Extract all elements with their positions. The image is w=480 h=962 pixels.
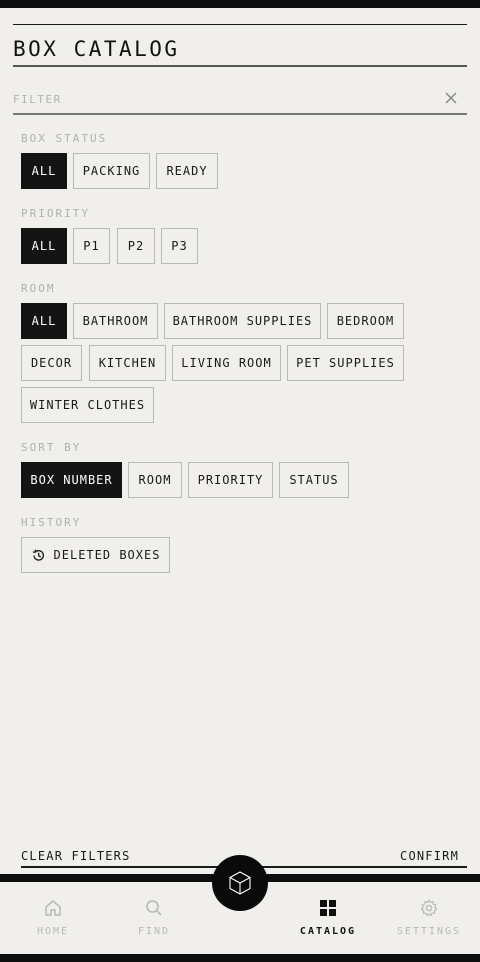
section-label-sort-by: SORT BY [21, 441, 82, 454]
confirm-button[interactable]: CONFIRM [400, 849, 459, 863]
section-label-room: ROOM [21, 282, 56, 295]
deleted-boxes-label: DELETED BOXES [53, 548, 161, 562]
clear-filters-button[interactable]: CLEAR FILTERS [21, 849, 131, 863]
nav-label-settings: SETTINGS [396, 926, 462, 937]
gear-icon [420, 899, 438, 917]
section-label-box-status: BOX STATUS [21, 132, 108, 145]
close-icon[interactable] [443, 90, 459, 106]
chip-priority-p1[interactable]: P1 [73, 228, 110, 264]
home-icon [45, 900, 61, 916]
chip-room-winter-clothes[interactable]: WINTER CLOTHES [21, 387, 154, 423]
chip-status-all[interactable]: ALL [21, 153, 67, 189]
nav-label-home: HOME [36, 926, 70, 937]
chip-room-all[interactable]: ALL [21, 303, 67, 339]
history-icon [32, 549, 44, 561]
chip-room-bathroom-supplies[interactable]: BATHROOM SUPPLIES [164, 303, 321, 339]
filter-input[interactable] [13, 86, 433, 112]
page-title: BOX CATALOG [13, 37, 180, 61]
catalog-grid-icon [320, 900, 336, 916]
chip-status-packing[interactable]: PACKING [73, 153, 150, 189]
chip-sort-priority[interactable]: PRIORITY [188, 462, 273, 498]
deleted-boxes-button[interactable]: DELETED BOXES [21, 537, 170, 573]
chip-room-bathroom[interactable]: BATHROOM [73, 303, 158, 339]
filter-bar [13, 86, 467, 115]
chip-sort-status[interactable]: STATUS [279, 462, 349, 498]
box-cube-icon [229, 871, 251, 895]
search-icon [146, 900, 162, 916]
top-status-bar [0, 0, 480, 8]
chip-room-kitchen[interactable]: KITCHEN [89, 345, 166, 381]
section-label-history: HISTORY [21, 516, 82, 529]
chip-priority-p2[interactable]: P2 [117, 228, 155, 264]
nav-item-home[interactable]: HOME [3, 898, 103, 938]
page-header: BOX CATALOG [13, 24, 467, 67]
chip-priority-p3[interactable]: P3 [161, 228, 198, 264]
nav-item-settings[interactable]: SETTINGS [379, 898, 479, 938]
chip-room-decor[interactable]: DECOR [21, 345, 82, 381]
section-label-priority: PRIORITY [21, 207, 90, 220]
chip-room-bedroom[interactable]: BEDROOM [327, 303, 404, 339]
nav-label-catalog: CATALOG [299, 926, 357, 937]
nav-item-find[interactable]: FIND [104, 898, 204, 938]
nav-label-find: FIND [137, 926, 171, 937]
chip-room-pet-supplies[interactable]: PET SUPPLIES [287, 345, 404, 381]
bottom-system-bar [0, 954, 480, 962]
chip-priority-all[interactable]: ALL [21, 228, 67, 264]
chip-sort-room[interactable]: ROOM [128, 462, 182, 498]
nav-item-catalog[interactable]: CATALOG [278, 898, 378, 938]
chip-sort-box-number[interactable]: BOX NUMBER [21, 462, 122, 498]
chip-status-ready[interactable]: READY [156, 153, 218, 189]
chip-room-living-room[interactable]: LIVING ROOM [172, 345, 281, 381]
new-box-fab[interactable] [212, 855, 268, 911]
